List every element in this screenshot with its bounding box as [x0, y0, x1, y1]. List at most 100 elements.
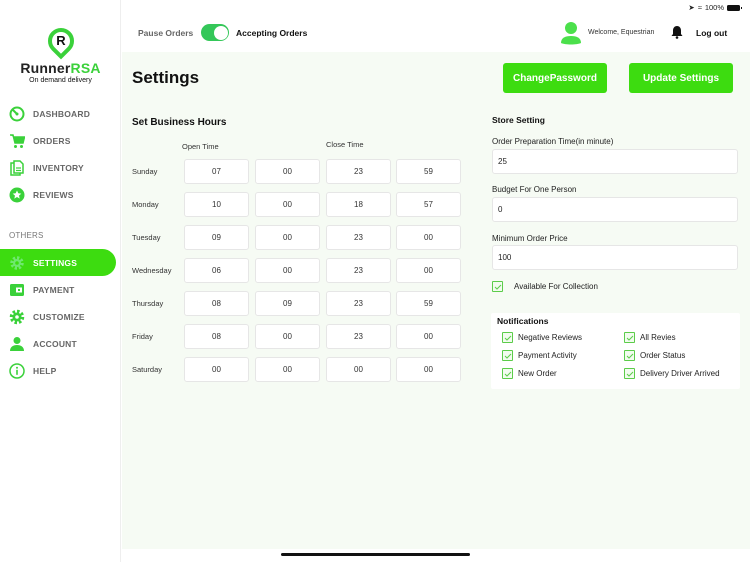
close-hour-input[interactable]: 23 — [326, 291, 391, 316]
notification-label: Order Status — [640, 351, 686, 360]
open-hour-input[interactable]: 07 — [184, 159, 249, 184]
day-label: Tuesday — [132, 233, 161, 242]
notification-option-payment-activity[interactable]: Payment Activity — [502, 350, 577, 361]
checkbox-checked-icon[interactable] — [624, 368, 635, 379]
close-hour-input[interactable]: 23 — [326, 324, 391, 349]
notification-label: Negative Reviews — [518, 333, 583, 342]
sidebar-item-label: HELP — [33, 365, 57, 376]
close-minute-input[interactable]: 00 — [396, 225, 461, 250]
sidebar: R RunnerRSA On demand delivery DASHBOARD… — [0, 0, 121, 562]
close-minute-input[interactable]: 00 — [396, 324, 461, 349]
open-hour-input[interactable]: 08 — [184, 324, 249, 349]
open-hour-input[interactable]: 08 — [184, 291, 249, 316]
logo-pin-icon: R — [42, 22, 79, 60]
budget-input[interactable]: 0 — [492, 197, 738, 222]
open-minute-input[interactable]: 00 — [255, 324, 320, 349]
close-hour-input[interactable]: 18 — [326, 192, 391, 217]
wifi-icon: ≈ — [697, 3, 702, 12]
notification-option-new-order[interactable]: New Order — [502, 368, 557, 379]
close-hour-input[interactable]: 23 — [326, 159, 391, 184]
open-minute-input[interactable]: 00 — [255, 192, 320, 217]
open-minute-input[interactable]: 00 — [255, 357, 320, 382]
day-row-saturday: Saturday 00 00 00 00 — [132, 357, 467, 382]
sidebar-item-customize[interactable]: CUSTOMIZE — [0, 303, 116, 330]
change-password-button[interactable]: ChangePassword — [503, 63, 607, 93]
open-hour-input[interactable]: 09 — [184, 225, 249, 250]
battery-icon — [727, 4, 742, 11]
close-minute-input[interactable]: 57 — [396, 192, 461, 217]
day-label: Sunday — [132, 167, 158, 176]
sidebar-item-label: REVIEWS — [33, 189, 74, 200]
min-order-input[interactable]: 100 — [492, 245, 738, 270]
open-minute-input[interactable]: 00 — [255, 225, 320, 250]
sidebar-section-others: OTHERS — [9, 231, 44, 240]
checkbox-checked-icon[interactable] — [624, 350, 635, 361]
checkbox-checked-icon[interactable] — [502, 350, 513, 361]
budget-label: Budget For One Person — [492, 185, 577, 194]
open-time-header: Open Time — [182, 142, 219, 151]
checkbox-checked-icon[interactable] — [502, 332, 513, 343]
sidebar-item-help[interactable]: HELP — [0, 357, 116, 384]
open-hour-input[interactable]: 06 — [184, 258, 249, 283]
sidebar-item-label: SETTINGS — [33, 257, 78, 268]
logout-button[interactable]: Log out — [696, 28, 727, 38]
sidebar-item-label: DASHBOARD — [33, 108, 91, 119]
sidebar-item-settings[interactable]: SETTINGS — [0, 249, 116, 276]
day-label: Saturday — [132, 365, 163, 374]
open-hour-input[interactable]: 10 — [184, 192, 249, 217]
sidebar-item-label: PAYMENT — [33, 284, 75, 295]
notification-option-all-revies[interactable]: All Revies — [624, 332, 676, 343]
notification-label: All Revies — [640, 333, 676, 342]
sidebar-item-payment[interactable]: PAYMENT — [0, 276, 116, 303]
close-minute-input[interactable]: 59 — [396, 159, 461, 184]
checkbox-checked-icon[interactable] — [492, 281, 503, 292]
page-title: Settings — [132, 68, 200, 87]
notification-option-order-status[interactable]: Order Status — [624, 350, 685, 361]
close-minute-input[interactable]: 00 — [396, 258, 461, 283]
open-minute-input[interactable]: 09 — [255, 291, 320, 316]
star-icon — [9, 187, 25, 203]
update-settings-button[interactable]: Update Settings — [629, 63, 733, 93]
logo-letter: R — [55, 33, 66, 48]
day-label: Thursday — [132, 299, 164, 308]
notifications-title: Notifications — [497, 316, 549, 326]
day-row-friday: Friday 08 00 23 00 — [132, 324, 467, 349]
accepting-orders-label: Accepting Orders — [236, 28, 308, 38]
sidebar-item-reviews[interactable]: REVIEWS — [0, 181, 116, 208]
close-minute-input[interactable]: 59 — [396, 291, 461, 316]
bell-icon[interactable] — [670, 25, 684, 39]
top-bar: Pause Orders Accepting Orders Welcome, E… — [122, 14, 750, 52]
sidebar-item-dashboard[interactable]: DASHBOARD — [0, 100, 116, 127]
settings-panel: Settings ChangePassword Update Settings … — [122, 52, 750, 549]
close-hour-input[interactable]: 00 — [326, 357, 391, 382]
notifications-panel: Notifications Negative Reviews All Revies… — [491, 313, 740, 389]
logo-name-rsa: RSA — [70, 60, 101, 76]
sidebar-item-inventory[interactable]: INVENTORY — [0, 154, 116, 181]
notification-option-negative-reviews[interactable]: Negative Reviews — [502, 332, 582, 343]
checkbox-checked-icon[interactable] — [624, 332, 635, 343]
accepting-orders-toggle[interactable] — [201, 24, 229, 41]
close-hour-input[interactable]: 23 — [326, 258, 391, 283]
available-for-collection[interactable]: Available For Collection — [492, 281, 598, 292]
day-row-tuesday: Tuesday 09 00 23 00 — [132, 225, 467, 250]
notification-label: Delivery Driver Arrived — [640, 369, 720, 378]
open-minute-input[interactable]: 00 — [255, 159, 320, 184]
close-hour-input[interactable]: 23 — [326, 225, 391, 250]
logo: R RunnerRSA On demand delivery — [0, 22, 121, 84]
dashboard-icon — [9, 106, 25, 122]
open-hour-input[interactable]: 00 — [184, 357, 249, 382]
checkbox-checked-icon[interactable] — [502, 368, 513, 379]
prep-time-input[interactable]: 25 — [492, 149, 738, 174]
min-order-label: Minimum Order Price — [492, 234, 568, 243]
home-indicator[interactable] — [281, 553, 470, 556]
sidebar-item-orders[interactable]: ORDERS — [0, 127, 116, 154]
notification-option-delivery-driver-arrived[interactable]: Delivery Driver Arrived — [624, 368, 720, 379]
day-label: Monday — [132, 200, 159, 209]
sidebar-item-label: CUSTOMIZE — [33, 311, 85, 322]
avatar[interactable] — [561, 21, 581, 45]
close-minute-input[interactable]: 00 — [396, 357, 461, 382]
sidebar-item-label: INVENTORY — [33, 162, 84, 173]
sidebar-item-account[interactable]: ACCOUNT — [0, 330, 116, 357]
open-minute-input[interactable]: 00 — [255, 258, 320, 283]
close-time-header: Close Time — [326, 140, 364, 149]
